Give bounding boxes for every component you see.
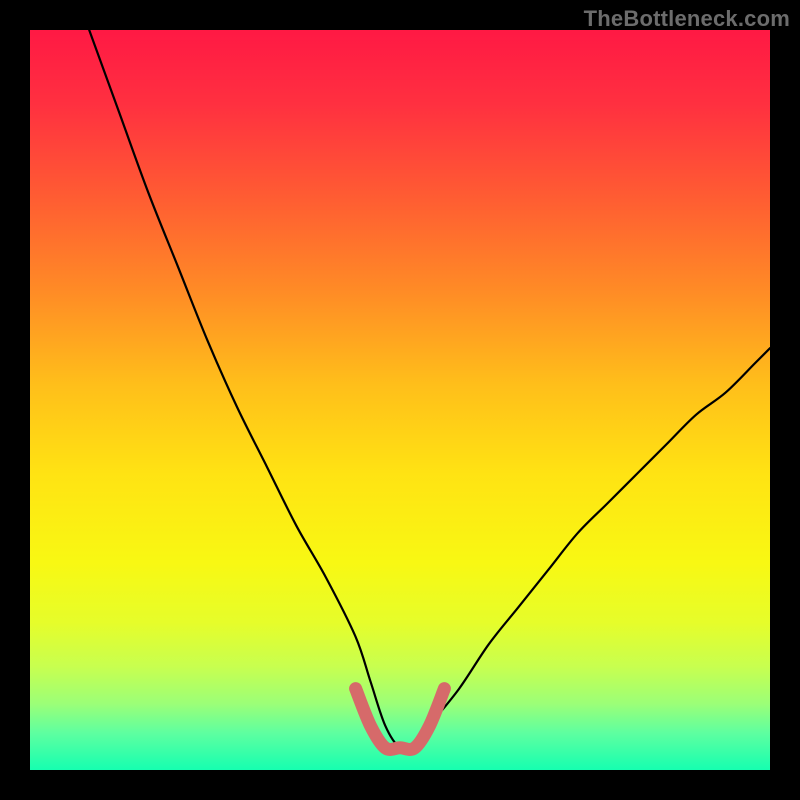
watermark-text: TheBottleneck.com: [584, 6, 790, 32]
plot-area: [30, 30, 770, 770]
valley-marker: [356, 689, 445, 750]
curve-layer: [30, 30, 770, 770]
bottleneck-curve: [89, 30, 770, 751]
chart-frame: TheBottleneck.com: [0, 0, 800, 800]
